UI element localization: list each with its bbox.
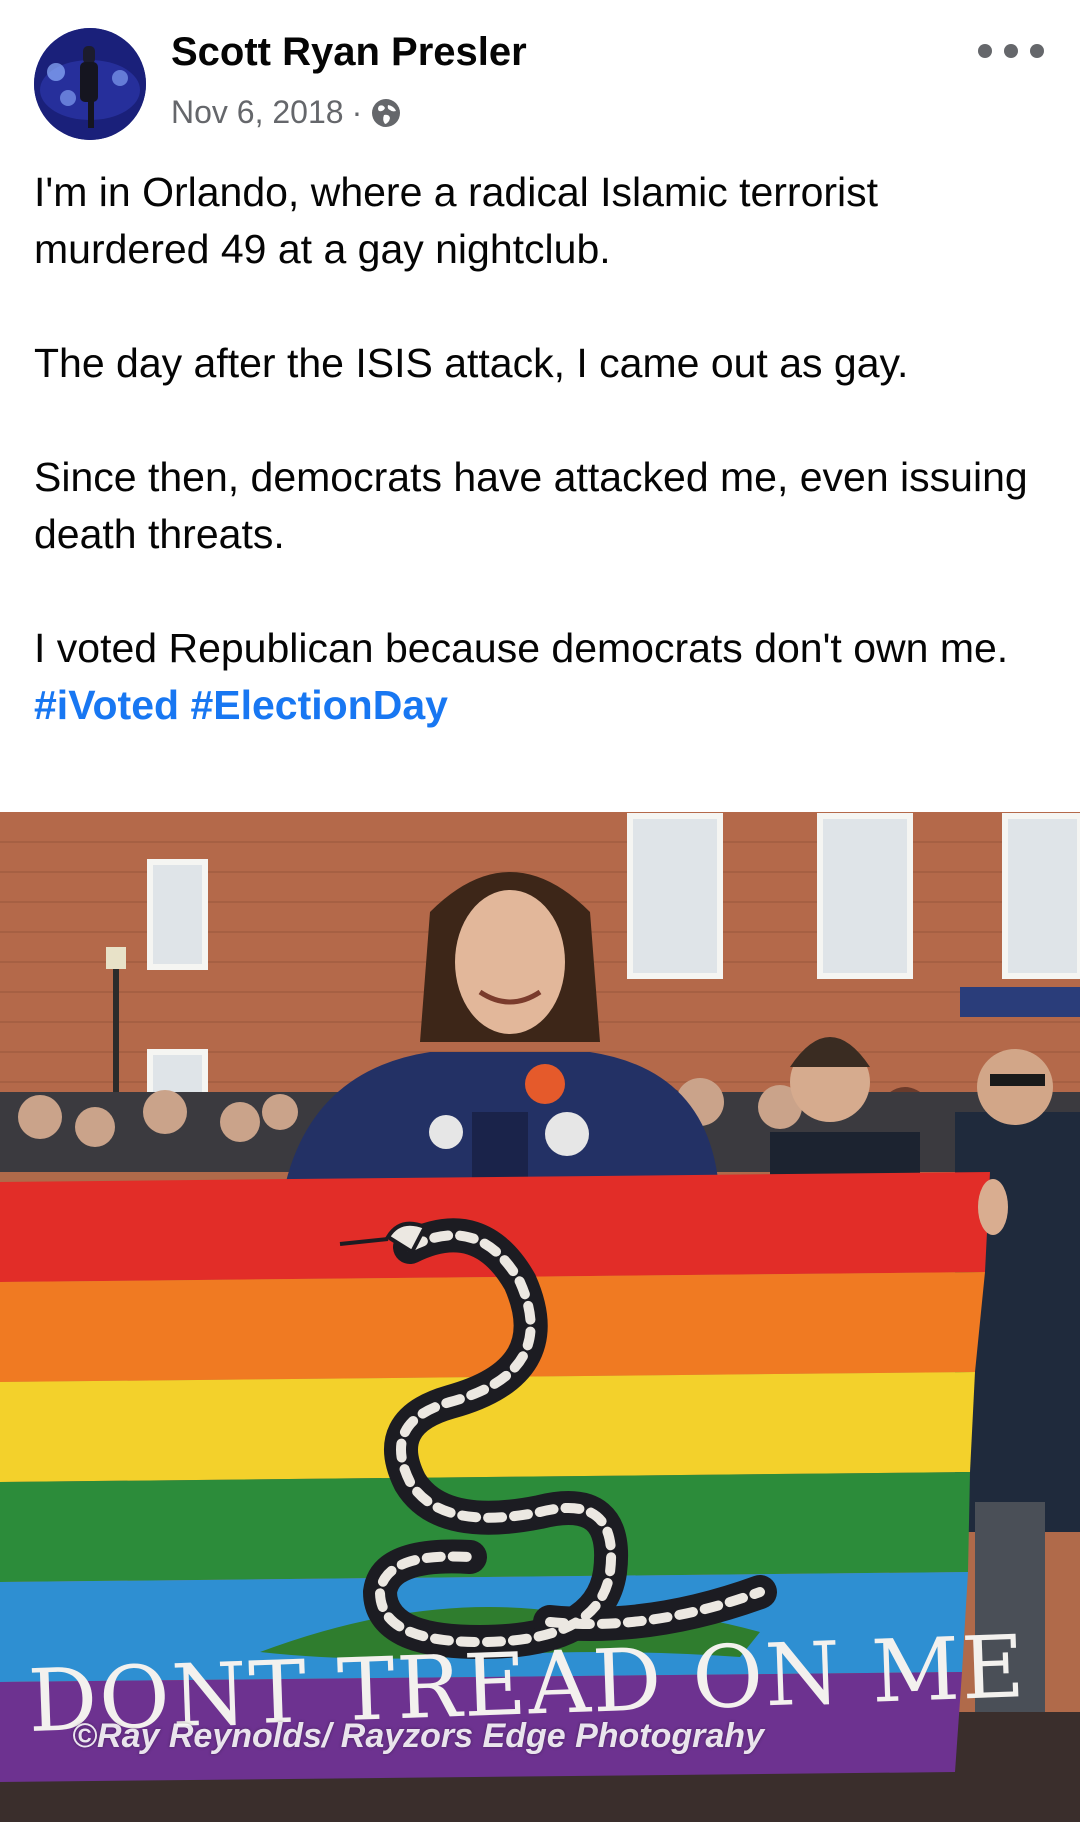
post-date[interactable]: Nov 6, 2018 — [171, 94, 344, 131]
post-paragraph: I'm in Orlando, where a radical Islamic … — [34, 169, 879, 272]
post-photo[interactable]: DONT TREAD ON ME ©Ray Reynolds/ Rayzors … — [0, 812, 1080, 1822]
hashtag-list: #iVoted #ElectionDay — [34, 677, 1044, 734]
facebook-post: Scott Ryan Presler Nov 6, 2018 · I'm in … — [0, 0, 1080, 1822]
post-paragraph: I voted Republican because democrats don… — [34, 625, 1009, 671]
hashtag-link[interactable]: #iVoted — [34, 682, 179, 728]
post-paragraph: Since then, democrats have attacked me, … — [34, 454, 1028, 557]
globe-icon — [370, 97, 402, 129]
photo-credit: ©Ray Reynolds/ Rayzors Edge Photograhy — [72, 1717, 764, 1755]
meta-separator: · — [351, 94, 363, 130]
more-options-icon[interactable] — [978, 36, 1044, 66]
post-meta: Nov 6, 2018 · — [171, 94, 402, 131]
avatar-image — [34, 28, 146, 140]
hashtag-link[interactable]: #ElectionDay — [190, 682, 448, 728]
author-name[interactable]: Scott Ryan Presler — [171, 30, 527, 75]
author-avatar[interactable] — [34, 28, 146, 140]
post-paragraph: The day after the ISIS attack, I came ou… — [34, 340, 909, 386]
post-text: I'm in Orlando, where a radical Islamic … — [34, 164, 1044, 734]
